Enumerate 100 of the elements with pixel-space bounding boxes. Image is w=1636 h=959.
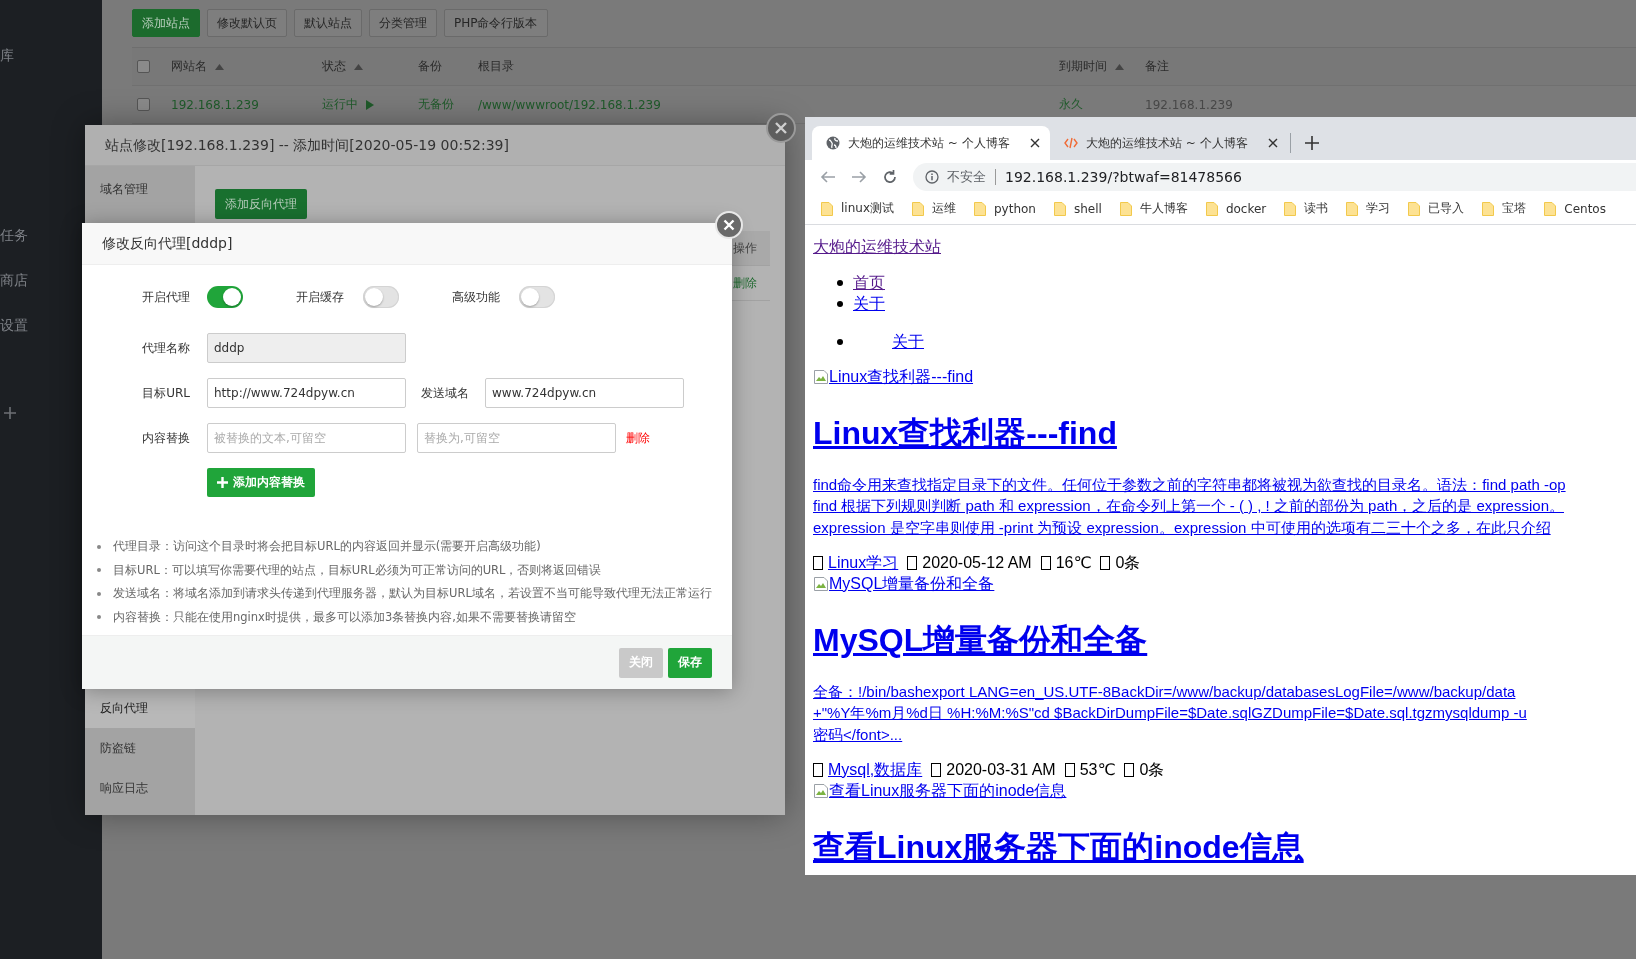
info-icon[interactable] (925, 169, 939, 184)
help-text: 内容替换：只能在使用nginx时提供，最多可以添加3条替换内容,如果不需要替换请留空 (113, 609, 576, 625)
menu-item[interactable]: 域名管理 (85, 169, 195, 209)
toolbar-button[interactable]: 分类管理 (369, 9, 437, 37)
folder-icon (912, 201, 924, 216)
nav-link[interactable]: 关于 (892, 331, 924, 352)
forward-icon[interactable] (851, 168, 867, 185)
play-icon[interactable] (366, 99, 374, 110)
sidebar-item[interactable]: 库 (0, 33, 14, 78)
field-label: 开启缓存 (296, 288, 344, 306)
checkbox[interactable] (137, 60, 150, 73)
reload-icon[interactable] (882, 168, 898, 185)
toolbar-button[interactable]: PHP命令行版本 (444, 9, 548, 37)
folder-icon (1205, 201, 1218, 216)
nav-link[interactable]: 关于 (853, 293, 885, 314)
excerpt-link[interactable]: expression 是空字串则使用 -print 为预设 expression。expression 中可使用的选项有二三十个之多，在此只介绍 (813, 518, 1551, 536)
security-label[interactable]: 不安全 (947, 167, 986, 186)
code-icon (1064, 136, 1078, 150)
excerpt-link[interactable]: 全备：!/bin/bashexport LANG=en_US.UTF-8BackDir=/www/backup/databasesLogFile=/www/backup/data (813, 682, 1516, 700)
menu-item[interactable]: 响应日志 (85, 768, 195, 808)
view-count: 53℃ (1079, 760, 1116, 780)
toolbar-button[interactable]: 添加站点 (132, 9, 200, 37)
bookmark[interactable]: shell (1053, 201, 1102, 216)
folder-icon (1346, 201, 1359, 216)
field-label: 发送域名 (421, 384, 469, 402)
excerpt-link[interactable]: +"%Y年%m月%d日 %H:%M:%S"cd $BackDirDumpFile=$Date.sqlGZDumpFile=$Date.sql.tgzmysqldump -u (813, 704, 1527, 721)
folder-icon (1544, 201, 1557, 216)
bookmark[interactable]: 牛人博客 (1119, 200, 1188, 217)
close-icon[interactable] (1030, 138, 1040, 148)
bullet-icon (97, 568, 101, 573)
bullet-icon (97, 544, 101, 549)
broken-image-icon (813, 368, 829, 385)
toolbar-button[interactable]: 默认站点 (294, 9, 362, 37)
menu-item[interactable]: 反向代理 (85, 688, 195, 728)
field-label: 目标URL (141, 384, 190, 402)
post-title-link[interactable]: Linux查找利器---find (813, 414, 1117, 451)
nav-link[interactable]: 首页 (853, 272, 885, 293)
missing-glyph-icon (907, 555, 918, 570)
plus-icon[interactable] (3, 406, 17, 420)
category-link[interactable]: Linux学习 (828, 552, 899, 573)
add-proxy-button[interactable]: 添加反向代理 (215, 189, 307, 219)
bullet-icon (837, 279, 843, 286)
close-icon[interactable] (1268, 138, 1278, 148)
toolbar-button[interactable]: 修改默认页 (207, 9, 287, 37)
sort-icon (1115, 63, 1124, 70)
excerpt-link[interactable]: find命令用来查找指定目录下的文件。任何位于参数之前的字符串都将被视为欲查找的目录名。语法：find path -op (813, 475, 1566, 493)
toggle-switch[interactable] (363, 286, 399, 308)
missing-glyph-icon (1124, 762, 1135, 777)
folder-icon (1482, 201, 1495, 216)
bookmark[interactable]: 学习 (1346, 200, 1391, 217)
delete-link[interactable]: 删除 (626, 429, 650, 447)
missing-glyph-icon (931, 762, 942, 777)
input-field[interactable]: http://www.724dpyw.cn (207, 378, 406, 408)
address-bar[interactable]: 不安全 192.168.1.239/?btwaf=81478566 (913, 162, 1636, 191)
bookmark[interactable]: 读书 (1284, 200, 1329, 217)
menu-item[interactable]: 防盗链 (85, 728, 195, 768)
checkbox[interactable] (137, 98, 150, 111)
input-field[interactable]: 被替换的文本,可留空 (207, 423, 406, 453)
input-field[interactable]: www.724dpyw.cn (485, 378, 684, 408)
sidebar-item[interactable]: 任务 (0, 213, 28, 258)
bookmark[interactable]: linux测试 (821, 200, 894, 217)
column-header: 操作 (733, 239, 758, 257)
sidebar-item[interactable]: 设置 (0, 303, 28, 348)
field-label: 代理名称 (141, 339, 190, 357)
excerpt-link[interactable]: find 根据下列规则判断 path 和 expression，在命令列上第一个 - ( ) , ! 之前的部份为 path，之后的是 expression。 (813, 497, 1564, 514)
site-title-link[interactable]: 大炮的运维技术站 (813, 238, 941, 255)
folder-icon (1053, 201, 1066, 216)
field-label: 高级功能 (452, 288, 500, 306)
toggle-switch[interactable] (519, 286, 555, 308)
missing-glyph-icon (1064, 762, 1075, 777)
folder-icon (1284, 201, 1297, 216)
globe-icon (826, 136, 840, 150)
browser-tab[interactable]: 大炮的运维技术站 ~ 个人博客 (812, 126, 1050, 160)
back-icon[interactable] (820, 168, 836, 185)
bookmark[interactable]: 已导入 (1408, 200, 1465, 217)
category-link[interactable]: Mysql,数据库 (828, 759, 923, 780)
dialog-title: 站点修改[192.168.1.239] -- 添加时间[2020-05-19 00:52:39] (85, 125, 785, 166)
missing-glyph-icon (1100, 555, 1111, 570)
post-title-link[interactable]: 查看Linux服务器下面的inode信息 (813, 828, 1304, 865)
sort-icon (354, 63, 363, 70)
toggle-switch[interactable] (207, 286, 243, 308)
input-field[interactable]: 替换为,可留空 (417, 423, 616, 453)
bookmark[interactable]: python (974, 201, 1036, 216)
missing-glyph-icon (813, 762, 823, 777)
browser-tab[interactable]: 大炮的运维技术站 ~ 个人博客 (1050, 126, 1288, 160)
bookmark[interactable]: docker (1205, 201, 1267, 216)
broken-image-link[interactable]: Linux查找利器---find (813, 366, 974, 387)
post-title-link[interactable]: MySQL增量备份和全备 (813, 621, 1148, 658)
bookmark[interactable]: 运维 (912, 200, 956, 217)
bookmark[interactable]: Centos (1544, 201, 1606, 216)
bookmark[interactable]: 宝塔 (1482, 200, 1527, 217)
help-text: 目标URL：可以填写你需要代理的站点，目标URL必须为可正常访问的URL，否则将返回错误 (113, 562, 602, 578)
plus-icon (217, 477, 228, 488)
broken-image-icon (813, 782, 829, 799)
new-tab-icon[interactable] (1305, 136, 1319, 150)
excerpt-link[interactable]: 密码</font>... (813, 725, 903, 743)
broken-image-icon (813, 575, 829, 592)
bullet-icon (837, 300, 843, 307)
sidebar-item[interactable]: 商店 (0, 258, 28, 303)
folder-icon (1408, 201, 1421, 216)
